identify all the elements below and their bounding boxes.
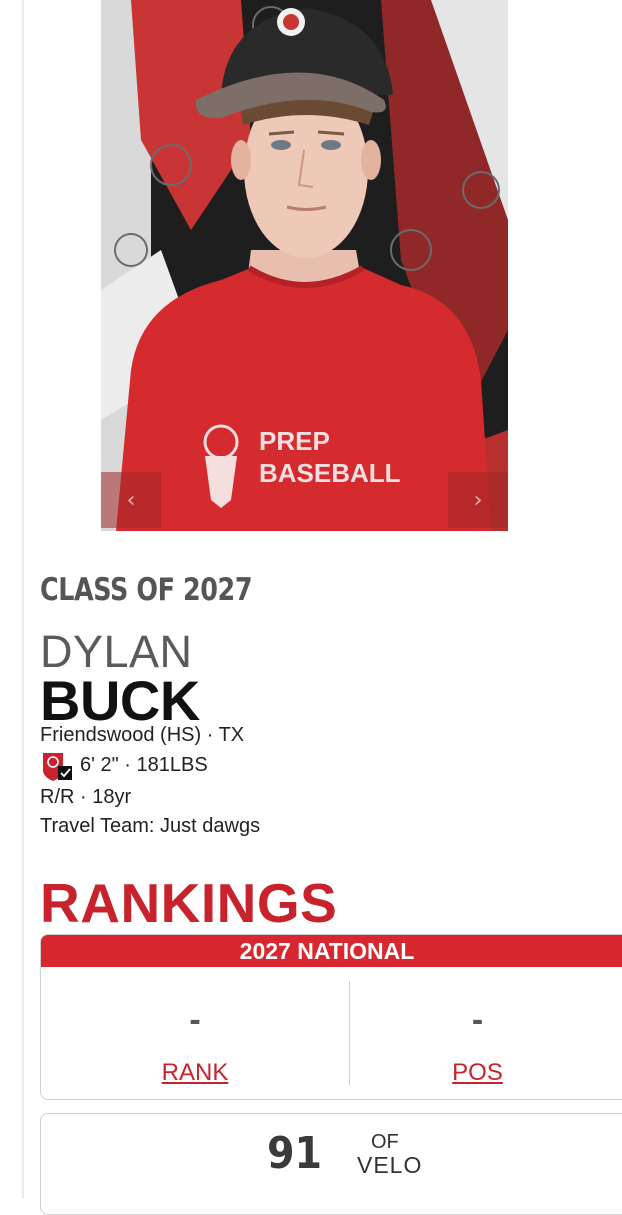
school-location: Friendswood (HS) · TX	[40, 724, 245, 746]
pos-cell: - POS	[350, 969, 622, 1099]
bats-throws-age: R/R · 18yr	[40, 786, 132, 808]
velo-position: OF	[371, 1131, 399, 1153]
travel-team: Travel Team: Just dawgs	[40, 815, 261, 837]
carousel-prev-button[interactable]: ‹	[101, 472, 161, 528]
rank-cell: - RANK	[41, 969, 349, 1099]
verified-shield-icon	[43, 753, 72, 781]
height-weight: 6' 2" · 181LBS	[80, 754, 208, 776]
pos-link[interactable]: POS	[332, 1059, 622, 1087]
velo-label: VELO	[357, 1152, 423, 1178]
velo-value: 91	[267, 1128, 323, 1179]
pos-value: -	[471, 1001, 484, 1039]
rankings-heading: RANKINGS	[40, 872, 338, 934]
chevron-left-icon: ‹	[126, 487, 136, 513]
shirt-text-baseball: BASEBALL	[259, 458, 401, 488]
class-year-label: CLASS OF 2027	[40, 572, 253, 608]
national-ranking-card: 2027 NATIONAL - RANK - POS	[40, 934, 622, 1100]
shirt-text-prep: PREP	[259, 426, 330, 456]
rank-link[interactable]: RANK	[41, 1059, 349, 1087]
ranking-header: 2027 NATIONAL	[41, 935, 622, 967]
player-photo: PREP BASEBALL	[101, 0, 508, 531]
left-border	[22, 0, 24, 1199]
chevron-right-icon: ›	[473, 487, 483, 513]
rank-value: -	[189, 1001, 201, 1039]
velo-card: 91 OF VELO	[40, 1113, 622, 1215]
carousel-next-button[interactable]: ›	[448, 472, 508, 528]
